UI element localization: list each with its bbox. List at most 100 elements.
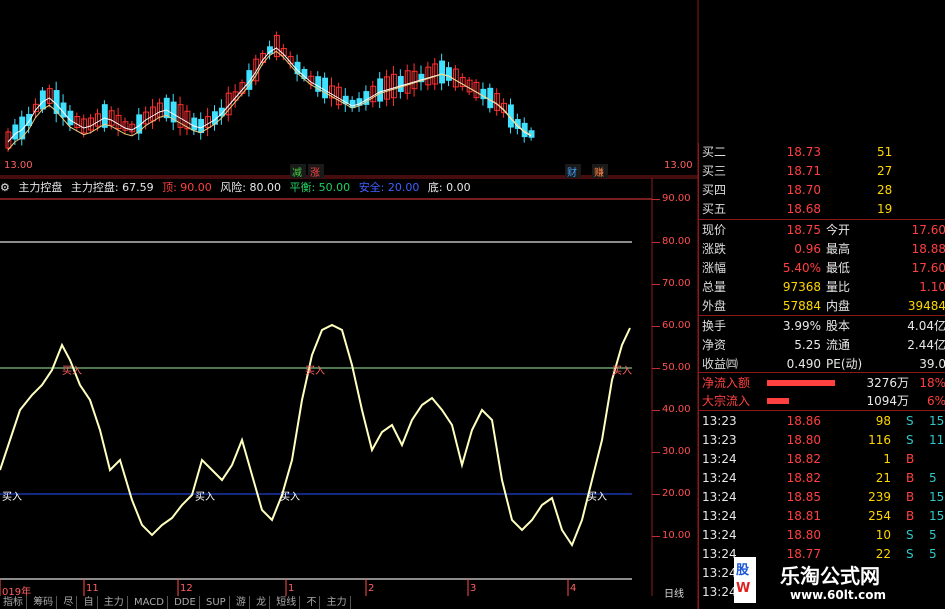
order-volume: 51 (877, 145, 893, 159)
quote-row: 换手 3.99% 股本 4.04亿 (699, 317, 945, 336)
tab-9[interactable]: 游 (233, 596, 250, 609)
date-label: 2 (368, 583, 375, 594)
tick-count: 5 (929, 547, 937, 561)
stat-value: 5.40% (782, 261, 821, 275)
fund-label: 净资 (702, 338, 727, 352)
stat-value-2: 17.60 (911, 261, 945, 275)
badge-fin: 财 (567, 168, 577, 179)
tick-count: 15 (929, 509, 945, 523)
fund-label-2: 股本 (826, 319, 851, 333)
price-label-right: 13.00 (664, 160, 693, 171)
indicator-line (0, 323, 631, 548)
order-price: 18.71 (786, 164, 821, 178)
sell-marker: 买入 (62, 366, 82, 377)
stat-label: 涨跌 (702, 242, 727, 256)
tab-12[interactable]: 不 (303, 596, 321, 609)
stat-value-2: 39484 (907, 299, 945, 313)
tick-volume: 116 (868, 433, 891, 447)
logo-top: 股 (736, 563, 750, 578)
tab-4[interactable]: 自 (81, 596, 98, 609)
indicator-axis-tick: 40.00 (662, 404, 691, 415)
tick-price: 18.85 (786, 490, 821, 504)
tick-volume: 98 (875, 414, 891, 428)
flow-bar (767, 398, 789, 404)
stat-value-2: 1.10 (919, 280, 945, 294)
buy-marker: 买入 (195, 492, 215, 503)
tab-indicator[interactable]: 指标 (0, 596, 27, 609)
order-volume: 19 (877, 202, 893, 216)
tab-macd[interactable]: MACD (131, 596, 168, 609)
axis-tick-mark (652, 284, 660, 285)
tick-volume: 1 (883, 452, 891, 466)
ma-long-line (7, 50, 532, 151)
buy-marker: 买入 (280, 492, 300, 503)
tab-3[interactable]: 尽 (60, 596, 78, 609)
candle-body (349, 99, 356, 109)
stat-label: 涨幅 (702, 261, 727, 275)
quote-row: 净资 5.25 流通 2.44亿 (699, 336, 945, 355)
tick-time: 13:24 (702, 566, 737, 580)
tick-count: 5 (929, 471, 937, 485)
indicator-axis-tick: 30.00 (662, 446, 691, 457)
tick-volume: 254 (868, 509, 891, 523)
buy-marker: 买入 (2, 492, 22, 503)
fund-value-2: 2.44亿 (907, 338, 945, 352)
tab-sup[interactable]: SUP (203, 596, 230, 609)
badge-up: 涨 (310, 168, 320, 179)
quote-row: 买四 18.70 28 (699, 181, 945, 200)
indicator-axis-tick: 20.00 (662, 488, 691, 499)
quote-row: 外盘 57884 内盘 39484 (699, 297, 945, 316)
tick-time: 13:24 (702, 452, 737, 466)
order-price: 18.68 (786, 202, 821, 216)
indicator-safe-value: 安全: 20.00 (358, 181, 420, 194)
order-price: 18.73 (786, 145, 821, 159)
tab-short[interactable]: 短线 (273, 596, 301, 609)
tab-chips[interactable]: 筹码 (30, 596, 58, 609)
candle-body (487, 87, 494, 109)
site-logo: 股 W (734, 557, 756, 603)
tick-volume: 10 (875, 528, 891, 542)
indicator-tab-bar[interactable]: 指标 筹码 尽 自 主力 MACD DDE SUP 游 龙 短线 不 主力 (0, 596, 698, 609)
candle-body (322, 77, 329, 99)
badge-gain: 赚 (594, 168, 604, 179)
tab-main-force[interactable]: 主力 (101, 596, 128, 609)
quote-row: 13:24 18.81 254 B 15 (699, 507, 945, 526)
tick-time: 13:24 (702, 547, 737, 561)
axis-tick-mark (652, 410, 660, 411)
tab-main-2[interactable]: 主力 (324, 596, 351, 609)
fund-value: 3.99% (782, 319, 821, 333)
tick-price: 18.82 (786, 452, 821, 466)
watermark-url: www.60lt.com (790, 588, 887, 602)
stat-value-2: 17.60 (911, 223, 945, 237)
divider (699, 219, 945, 220)
quote-row: 涨幅 5.40% 最低 17.60 (699, 259, 945, 278)
tick-side: S (906, 528, 914, 542)
tick-price: 18.80 (786, 528, 821, 542)
tick-side: S (906, 547, 914, 561)
tick-price: 18.80 (786, 433, 821, 447)
stat-value: 97368 (782, 280, 821, 294)
flow-label: 大宗流入 (702, 394, 751, 408)
flow-label: 净流入额 (702, 376, 751, 390)
indicator-legend[interactable]: ⚙ 主力控盘 主力控盘: 67.59 顶: 90.00 风险: 80.00 平衡… (0, 180, 476, 195)
tick-count: 15 (929, 490, 945, 504)
tick-count: 15 (929, 414, 945, 428)
indicator-balance-value: 平衡: 50.00 (289, 181, 351, 194)
tick-time: 13:23 (702, 433, 737, 447)
candle-body (446, 67, 452, 81)
order-label: 买二 (702, 145, 727, 159)
date-label: 1 (288, 583, 295, 594)
flow-pct: 6% (926, 394, 945, 408)
quote-row: 13:24 18.85 239 B 15 (699, 488, 945, 507)
axis-tick-mark (652, 536, 660, 537)
gear-icon[interactable]: ⚙ (0, 181, 10, 194)
fund-value-2: 4.04亿 (907, 319, 945, 333)
tick-price: 18.86 (786, 414, 821, 428)
tick-volume: 21 (875, 471, 891, 485)
indicator-axis-tick: 60.00 (662, 320, 691, 331)
indicator-axis-tick: 80.00 (662, 236, 691, 247)
tick-side: B (906, 452, 915, 466)
tab-10[interactable]: 龙 (253, 596, 271, 609)
tab-dde[interactable]: DDE (171, 596, 200, 609)
quote-panel: 买二 18.73 51 买三 18.71 27 买四 18.70 28 买五 18.68 19 现价 1… (698, 143, 945, 609)
